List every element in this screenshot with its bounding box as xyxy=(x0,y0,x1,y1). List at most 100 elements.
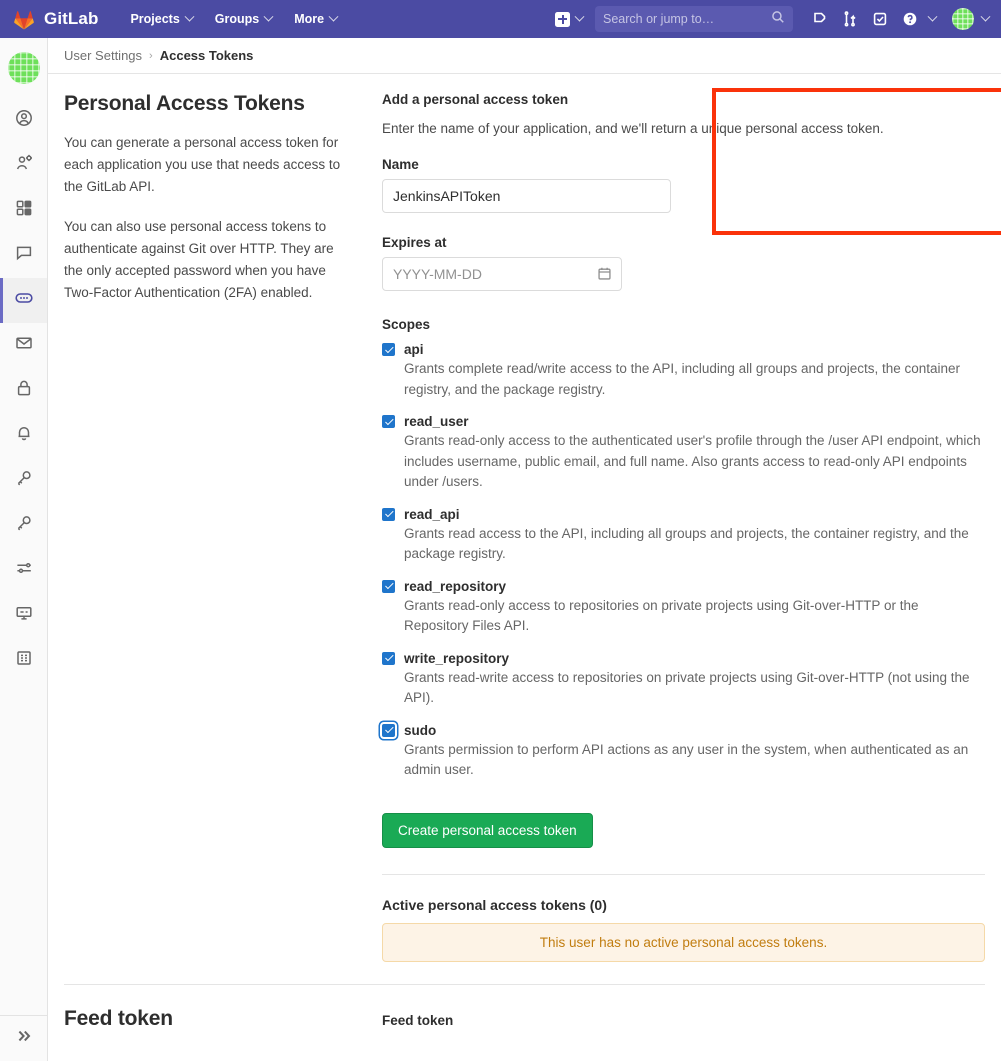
issues-icon[interactable] xyxy=(807,6,833,32)
sidebar-item-applications[interactable] xyxy=(0,188,47,233)
double-chevron-right-icon xyxy=(15,1027,33,1050)
avatar-identicon xyxy=(8,52,40,84)
user-settings-icon xyxy=(15,154,33,177)
gitlab-brand[interactable]: GitLab xyxy=(12,7,98,31)
no-active-tokens-alert: This user has no active personal access … xyxy=(382,923,985,962)
global-search[interactable] xyxy=(595,6,793,32)
token-name-input[interactable] xyxy=(382,179,671,213)
scope-read-repository-checkbox[interactable] xyxy=(382,580,395,593)
page-title: Personal Access Tokens xyxy=(64,92,350,116)
feed-token-heading: Feed token xyxy=(382,1013,985,1028)
scope-read-repository-label[interactable]: read_repository xyxy=(404,579,506,594)
page-description-2: You can also use personal access tokens … xyxy=(64,216,350,304)
scope-write-repository-label[interactable]: write_repository xyxy=(404,651,509,666)
create-personal-access-token-button[interactable]: Create personal access token xyxy=(382,813,593,848)
scope-read-user: read_user Grants read-only access to the… xyxy=(382,414,985,493)
chevron-down-icon xyxy=(329,11,339,21)
nav-groups-label: Groups xyxy=(215,12,259,26)
scope-read-user-label[interactable]: read_user xyxy=(404,414,469,429)
scope-sudo-label[interactable]: sudo xyxy=(404,723,436,738)
breadcrumb: User Settings › Access Tokens xyxy=(48,38,1001,74)
sidebar-item-gpg-keys[interactable] xyxy=(0,503,47,548)
sidebar-item-access-tokens[interactable] xyxy=(0,278,47,323)
feed-token-title: Feed token xyxy=(64,1007,350,1031)
scope-sudo-checkbox[interactable] xyxy=(382,724,395,737)
nav-groups[interactable]: Groups xyxy=(215,12,272,26)
table-icon xyxy=(15,649,33,672)
bell-icon xyxy=(15,424,33,447)
left-sidebar xyxy=(0,38,48,1061)
expires-at-input[interactable] xyxy=(382,257,622,291)
divider xyxy=(382,874,985,875)
scope-api-label[interactable]: api xyxy=(404,342,424,357)
gitlab-logo-icon xyxy=(12,7,36,31)
expires-at-field xyxy=(382,257,622,291)
sliders-icon xyxy=(15,559,33,582)
expires-at-label: Expires at xyxy=(382,235,985,250)
sidebar-avatar[interactable] xyxy=(0,38,47,98)
merge-requests-icon[interactable] xyxy=(837,6,863,32)
monitor-icon xyxy=(15,604,33,627)
scope-api: api Grants complete read/write access to… xyxy=(382,342,985,400)
scope-read-user-checkbox[interactable] xyxy=(382,415,395,428)
sidebar-item-ssh-keys[interactable] xyxy=(0,458,47,503)
nav-projects[interactable]: Projects xyxy=(130,12,192,26)
lock-icon xyxy=(15,379,33,402)
scope-read-repository: read_repository Grants read-only access … xyxy=(382,579,985,637)
nav-more[interactable]: More xyxy=(294,12,337,26)
form-description: Enter the name of your application, and … xyxy=(382,119,985,139)
scope-read-api-label[interactable]: read_api xyxy=(404,507,460,522)
create-new-button[interactable] xyxy=(555,12,583,27)
scope-api-checkbox[interactable] xyxy=(382,343,395,356)
top-navigation-bar: GitLab Projects Groups More xyxy=(0,0,1001,38)
sidebar-collapse-button[interactable] xyxy=(0,1015,48,1061)
chevron-down-icon xyxy=(575,11,585,21)
scope-sudo: sudo Grants permission to perform API ac… xyxy=(382,723,985,781)
settings-section-feed-token: Feed token Feed token xyxy=(48,985,1001,1040)
sidebar-item-notifications[interactable] xyxy=(0,413,47,458)
chevron-down-icon[interactable] xyxy=(928,11,938,21)
todos-icon[interactable] xyxy=(867,6,893,32)
sidebar-item-emails[interactable] xyxy=(0,323,47,368)
breadcrumb-parent[interactable]: User Settings xyxy=(64,48,142,63)
nav-more-label: More xyxy=(294,12,324,26)
sidebar-item-profile[interactable] xyxy=(0,98,47,143)
main-content: User Settings › Access Tokens Personal A… xyxy=(48,38,1001,1061)
name-field-label: Name xyxy=(382,157,985,172)
sidebar-item-chat[interactable] xyxy=(0,233,47,278)
breadcrumb-current: Access Tokens xyxy=(160,48,254,63)
page-description-1: You can generate a personal access token… xyxy=(64,132,350,198)
sidebar-item-account[interactable] xyxy=(0,143,47,188)
scope-read-user-description: Grants read-only access to the authentic… xyxy=(404,431,985,493)
scope-write-repository: write_repository Grants read-write acces… xyxy=(382,651,985,709)
sidebar-item-active-sessions[interactable] xyxy=(0,593,47,638)
top-nav-right-group xyxy=(555,0,1001,38)
avatar-identicon xyxy=(952,8,974,30)
sidebar-item-authentication-log[interactable] xyxy=(0,638,47,683)
chat-bubble-icon xyxy=(15,244,33,267)
nav-projects-label: Projects xyxy=(130,12,179,26)
scope-read-api: read_api Grants read access to the API, … xyxy=(382,507,985,565)
chevron-down-icon xyxy=(264,11,274,21)
active-tokens-title: Active personal access tokens (0) xyxy=(382,897,985,913)
gitlab-brand-name: GitLab xyxy=(44,9,98,29)
chevron-down-icon xyxy=(184,11,194,21)
form-heading: Add a personal access token xyxy=(382,92,985,107)
help-button[interactable] xyxy=(897,6,923,32)
key-icon xyxy=(15,514,33,537)
search-input[interactable] xyxy=(603,12,771,26)
plus-square-icon xyxy=(555,12,570,27)
avatar[interactable] xyxy=(952,8,974,30)
settings-section-personal-access-tokens: Personal Access Tokens You can generate … xyxy=(48,74,1001,962)
chevron-down-icon[interactable] xyxy=(981,11,991,21)
scope-read-repository-description: Grants read-only access to repositories … xyxy=(404,596,985,637)
key-icon xyxy=(15,469,33,492)
user-circle-icon xyxy=(15,109,33,132)
sidebar-item-password[interactable] xyxy=(0,368,47,413)
scope-sudo-description: Grants permission to perform API actions… xyxy=(404,740,985,781)
scope-read-api-checkbox[interactable] xyxy=(382,508,395,521)
sidebar-item-preferences[interactable] xyxy=(0,548,47,593)
scope-write-repository-checkbox[interactable] xyxy=(382,652,395,665)
scope-read-api-description: Grants read access to the API, including… xyxy=(404,524,985,565)
scope-api-description: Grants complete read/write access to the… xyxy=(404,359,985,400)
